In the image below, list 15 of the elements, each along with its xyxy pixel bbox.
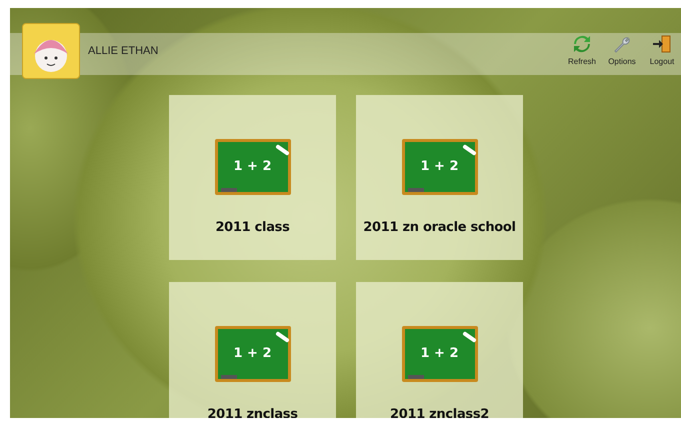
user-name: ALLIE ETHAN [88,44,158,59]
avatar-icon [22,23,80,79]
toolbar-button[interactable]: Refresh [565,34,599,66]
toolbar-button[interactable]: Options [605,34,639,66]
chalkboard-icon: 1 + 2 [214,326,290,382]
chalkboard-icon: 1 + 2 [402,326,478,382]
chalkboard-icon: 1 + 2 [402,139,478,195]
class-tile[interactable]: 1 + 2 2011 class [169,95,336,260]
class-tile[interactable]: 1 + 2 2011 znclass2 [356,282,523,418]
chalkboard-icon: 1 + 2 [214,139,290,195]
refresh-icon [572,34,592,54]
door-exit-icon [652,34,672,54]
class-tile[interactable]: 1 + 2 2011 zn oracle school [356,95,523,260]
class-tile[interactable]: 1 + 2 2011 znclass [169,282,336,418]
toolbar-button[interactable]: Logout [645,34,679,66]
